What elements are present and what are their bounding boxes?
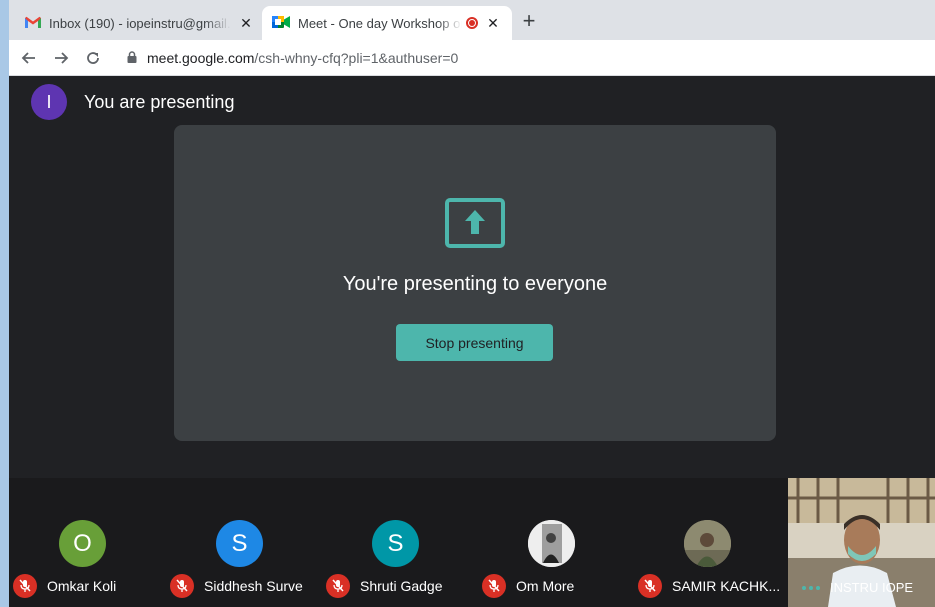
new-tab-button[interactable]: + xyxy=(515,8,543,36)
tab-gmail-inbox[interactable]: Inbox (190) - iopeinstru@gmail.com ✕ xyxy=(15,6,265,40)
recording-indicator-icon xyxy=(466,17,478,29)
close-tab-icon[interactable]: ✕ xyxy=(484,15,502,32)
mic-off-icon xyxy=(170,574,194,598)
participant-name: Omkar Koli xyxy=(47,578,117,594)
present-screen-icon xyxy=(445,198,505,253)
forward-arrow-icon[interactable] xyxy=(49,46,73,70)
self-video-label: INSTRU IOPE xyxy=(802,580,913,595)
participant-namebar: Shruti Gadge xyxy=(326,574,443,598)
presenting-message: You're presenting to everyone xyxy=(342,273,608,295)
participant-name: SAMIR KACHK... xyxy=(672,578,781,594)
more-options-icon[interactable] xyxy=(802,585,820,590)
participant-tile[interactable]: S Shruti Gadge xyxy=(322,478,478,607)
participant-tile[interactable]: Om More xyxy=(478,478,634,607)
reload-icon[interactable] xyxy=(81,46,105,70)
participant-avatar: O xyxy=(59,520,106,567)
url-host: meet.google.com xyxy=(147,50,255,66)
participant-name: Siddhesh Surve xyxy=(204,578,303,594)
participant-name: Om More xyxy=(516,578,575,594)
presenter-header: I You are presenting xyxy=(31,84,234,120)
participant-tile[interactable]: S Siddhesh Surve xyxy=(166,478,322,607)
desktop-edge xyxy=(0,0,9,607)
address-bar[interactable]: meet.google.com/csh-whny-cfq?pli=1&authu… xyxy=(127,47,458,69)
mic-off-icon xyxy=(326,574,350,598)
participant-namebar: Om More xyxy=(482,574,574,598)
participant-tile[interactable]: O Omkar Koli xyxy=(9,478,165,607)
self-name: INSTRU IOPE xyxy=(830,580,914,595)
presenter-avatar: I xyxy=(31,84,67,120)
participant-avatar: S xyxy=(216,520,263,567)
participant-namebar: Omkar Koli xyxy=(13,574,116,598)
gmail-icon xyxy=(25,16,41,31)
participant-avatar xyxy=(684,520,731,567)
participant-namebar: Siddhesh Surve xyxy=(170,574,303,598)
tab-title: Meet - One day Workshop on xyxy=(298,15,462,31)
presentation-panel: You're presenting to everyone Stop prese… xyxy=(174,125,776,441)
tab-title: Inbox (190) - iopeinstru@gmail.com xyxy=(49,15,231,31)
presenting-title: You are presenting xyxy=(84,91,235,112)
participant-avatar xyxy=(528,520,575,567)
stop-presenting-button[interactable]: Stop presenting xyxy=(396,324,553,361)
meet-icon xyxy=(272,15,290,32)
participant-tile[interactable]: SAMIR KACHK... xyxy=(634,478,790,607)
lock-icon xyxy=(127,50,137,66)
url-path: /csh-whny-cfq?pli=1&authuser=0 xyxy=(254,50,459,66)
browser-toolbar: meet.google.com/csh-whny-cfq?pli=1&authu… xyxy=(9,40,935,76)
mic-off-icon xyxy=(638,574,662,598)
back-arrow-icon[interactable] xyxy=(17,46,41,70)
participant-avatar: S xyxy=(372,520,419,567)
tab-google-meet[interactable]: Meet - One day Workshop on ✕ xyxy=(262,6,512,40)
self-video-tile[interactable]: INSTRU IOPE xyxy=(788,478,935,607)
close-tab-icon[interactable]: ✕ xyxy=(237,15,255,32)
mic-off-icon xyxy=(13,574,37,598)
participant-namebar: SAMIR KACHK... xyxy=(638,574,780,598)
participant-name: Shruti Gadge xyxy=(360,578,443,594)
mic-off-icon xyxy=(482,574,506,598)
browser-tab-bar: Inbox (190) - iopeinstru@gmail.com ✕ Mee… xyxy=(9,0,935,40)
